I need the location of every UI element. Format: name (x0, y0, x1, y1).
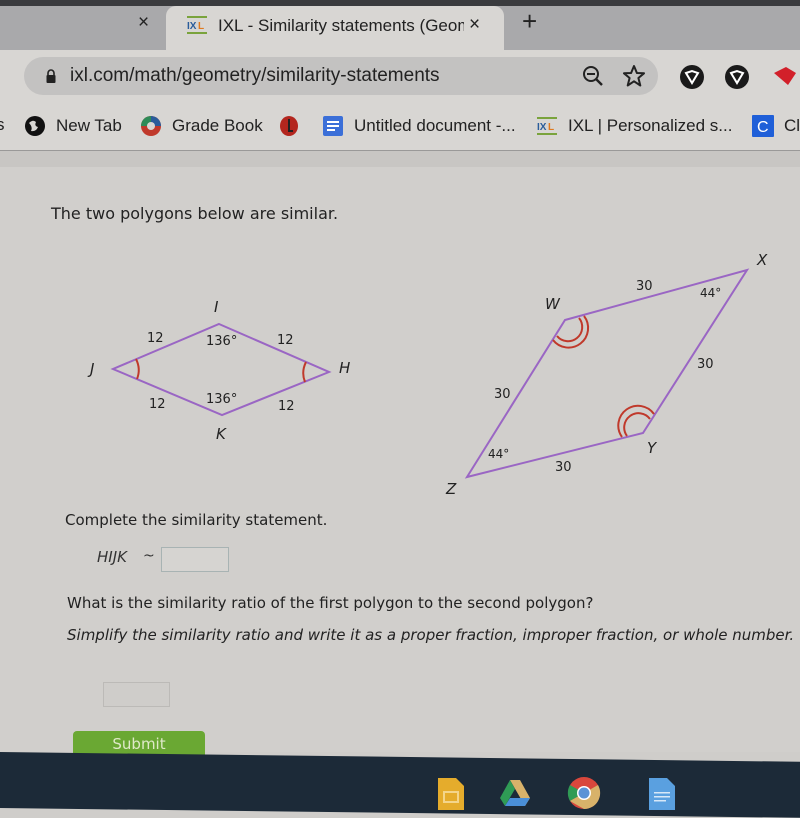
side-label-xy: 30 (697, 357, 714, 372)
google-slides-icon[interactable] (434, 776, 468, 810)
similarity-statement-prefix: HIJK (97, 548, 127, 566)
angle-mark-y-inner (623, 412, 651, 437)
angle-mark-j (135, 358, 140, 380)
angle-mark-y-outer (617, 404, 655, 438)
vertex-label-y: Y (647, 439, 658, 457)
similarity-ratio-input[interactable] (103, 682, 170, 707)
polygon-wxyz (464, 268, 750, 479)
side-label-wx: 30 (636, 279, 653, 294)
vertex-label-i: I (214, 298, 219, 316)
vertex-label-w: W (545, 295, 561, 313)
side-label-wz: 30 (494, 387, 511, 402)
side-label-jk: 12 (149, 397, 166, 412)
chrome-icon[interactable] (567, 776, 601, 810)
vertex-label-x: X (756, 251, 768, 269)
side-label-ih: 12 (277, 333, 294, 348)
similarity-statement-input[interactable] (161, 547, 229, 572)
vertex-label-j: J (87, 360, 94, 378)
angle-mark-h (302, 361, 307, 383)
angle-label-x: 44° (700, 286, 721, 300)
google-drive-icon[interactable] (498, 776, 532, 810)
angle-mark-w-inner (556, 317, 584, 343)
side-label-zy: 30 (555, 460, 572, 475)
vertex-label-z: Z (445, 480, 457, 498)
angle-label-k: 136° (206, 392, 237, 407)
side-label-kh: 12 (278, 399, 295, 414)
ratio-instructions: Simplify the similarity ratio and write … (67, 626, 795, 644)
vertex-label-h: H (339, 359, 350, 377)
google-docs-icon[interactable] (645, 776, 679, 810)
question-similarity-statement: Complete the similarity statement. (65, 511, 328, 529)
side-label-ij: 12 (147, 331, 164, 346)
similar-symbol: ~ (143, 548, 155, 564)
vertex-label-k: K (216, 425, 227, 443)
question-similarity-ratio: What is the similarity ratio of the firs… (67, 594, 594, 612)
angle-label-z: 44° (488, 447, 509, 461)
angle-label-i: 136° (206, 334, 237, 349)
